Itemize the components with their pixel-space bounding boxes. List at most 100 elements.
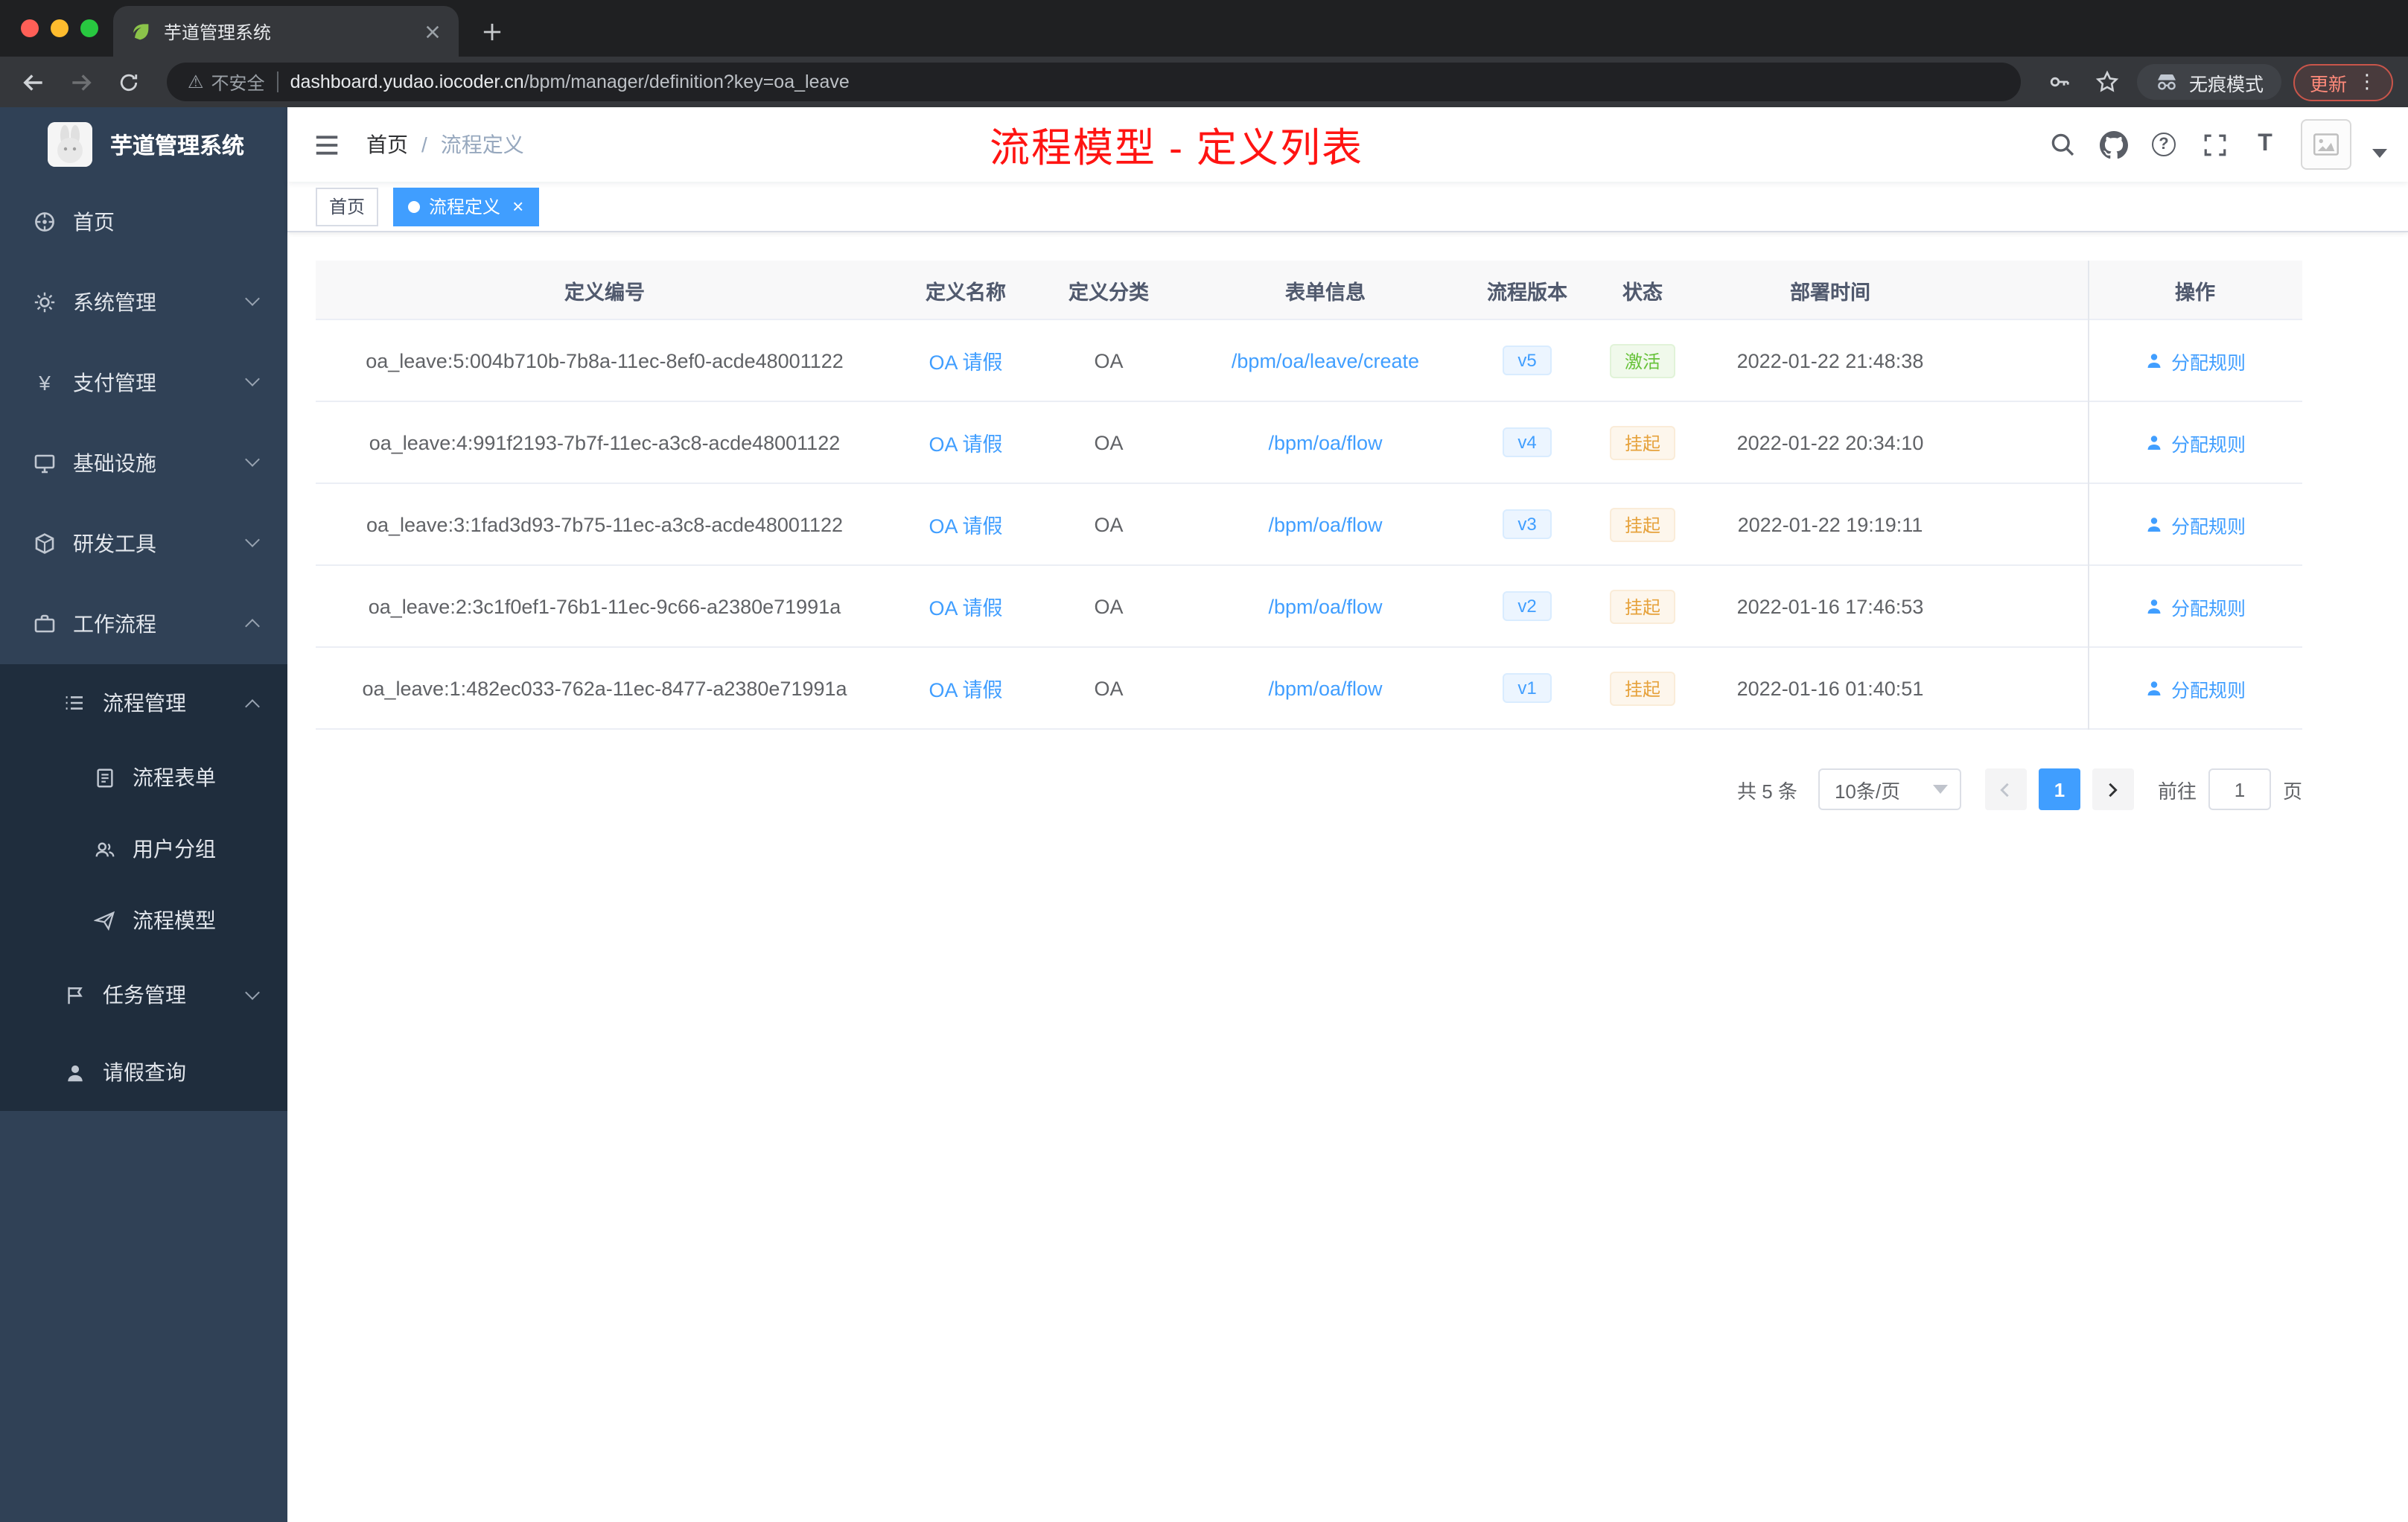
form-link[interactable]: /bpm/oa/leave/create [1232,349,1419,372]
app-title: 芋道管理系统 [110,133,245,159]
sidebar-item-label: 工作流程 [73,612,156,636]
more-icon[interactable]: ⋮ [2357,70,2377,94]
chevron-up-icon [245,619,260,634]
status-badge: 挂起 [1609,425,1675,459]
chevron-down-icon [245,452,260,467]
bookmark-star-icon[interactable] [2089,64,2125,100]
definition-category: OA [1094,431,1124,453]
sidebar-item-process-management[interactable]: 流程管理 [0,664,287,742]
security-warning[interactable]: ⚠ 不安全 [188,69,265,95]
sidebar-item-process-form[interactable]: 流程表单 [0,742,287,813]
definition-name-link[interactable]: OA 请假 [929,427,1002,457]
sidebar-item-task-management[interactable]: 任务管理 [0,956,287,1034]
tag-home[interactable]: 首页 [316,187,379,226]
form-link[interactable]: /bpm/oa/flow [1268,677,1382,699]
next-page-button[interactable] [2092,768,2134,810]
flag-icon [63,983,86,1007]
sidebar-item-label: 首页 [73,210,115,234]
back-icon[interactable] [15,64,51,100]
gear-icon [33,290,57,314]
tag-close-icon[interactable]: × [512,197,523,216]
zoom-window-button[interactable] [80,19,98,37]
sidebar-item-label: 研发工具 [73,532,156,555]
chevron-down-icon [245,532,260,547]
page-number-button[interactable]: 1 [2038,768,2080,810]
sidebar-item-process-model[interactable]: 流程模型 [0,885,287,956]
column-header: 状态 [1622,281,1663,303]
close-window-button[interactable] [21,19,39,37]
form-link[interactable]: /bpm/oa/flow [1268,431,1382,453]
page-size-select[interactable]: 10条/页 [1818,768,1961,810]
definition-name-link[interactable]: OA 请假 [929,509,1002,539]
search-icon[interactable] [2048,130,2077,159]
assign-rule-button[interactable]: 分配规则 [2144,428,2246,456]
list-icon [63,691,86,715]
definition-name-link[interactable]: OA 请假 [929,346,1002,375]
browser-update-button[interactable]: 更新 ⋮ [2293,63,2393,101]
avatar-caret-icon[interactable] [2372,149,2387,158]
assign-rule-label: 分配规则 [2170,516,2246,537]
new-tab-button[interactable] [471,10,512,52]
form-link[interactable]: /bpm/oa/flow [1268,513,1382,535]
browser-toolbar: ⚠ 不安全 dashboard.yudao.iocoder.cn/bpm/man… [0,57,2408,107]
table-row: oa_leave:5:004b710b-7b8a-11ec-8ef0-acde4… [316,320,2302,402]
chevron-down-icon [245,291,260,306]
app-logo[interactable]: 芋道管理系统 [0,107,287,182]
sidebar-item-system[interactable]: 系统管理 [0,262,287,343]
address-bar[interactable]: ⚠ 不安全 dashboard.yudao.iocoder.cn/bpm/man… [167,63,2021,101]
browser-tab[interactable]: 芋道管理系统 [113,6,459,57]
column-header: 定义名称 [926,281,1006,303]
tag-label: 首页 [329,197,366,217]
deploy-time: 2022-01-22 19:19:11 [1737,513,1923,535]
prev-page-button[interactable] [1984,768,2027,810]
github-icon[interactable] [2098,130,2128,159]
send-icon [92,908,116,932]
sidebar-item-workflow[interactable]: 工作流程 [0,584,287,664]
column-header-filler [1958,261,2088,319]
sidebar-item-user-group[interactable]: 用户分组 [0,813,287,885]
sidebar-item-label: 任务管理 [103,983,186,1007]
incognito-badge: 无痕模式 [2136,64,2281,100]
goto-label: 前往 [2157,780,2197,802]
sidebar-item-label: 请假查询 [103,1060,186,1084]
sidebar-item-home[interactable]: 首页 [0,182,287,262]
fullscreen-icon[interactable] [2200,130,2229,159]
minimize-window-button[interactable] [51,19,69,37]
sidebar-item-payment[interactable]: ¥ 支付管理 [0,343,287,423]
pagination: 共 5 条 10条/页 1 前往 页 [316,768,2302,810]
form-link[interactable]: /bpm/oa/flow [1268,595,1382,617]
hamburger-icon[interactable] [310,128,343,161]
assign-rule-button[interactable]: 分配规则 [2144,510,2246,538]
tag-process-definition[interactable]: 流程定义 × [393,187,539,226]
document-icon [92,765,116,789]
definition-name-link[interactable]: OA 请假 [929,591,1002,621]
definition-name-link[interactable]: OA 请假 [929,673,1002,703]
sidebar-item-infrastructure[interactable]: 基础设施 [0,423,287,503]
fixed-column-divider [2088,261,2089,730]
navbar-actions: ? T [2048,107,2387,182]
key-icon[interactable] [2042,64,2077,100]
forward-icon[interactable] [63,64,98,100]
deploy-time: 2022-01-16 17:46:53 [1736,595,1924,617]
incognito-label: 无痕模式 [2188,74,2264,95]
sidebar-item-devtools[interactable]: 研发工具 [0,503,287,584]
assign-rule-button[interactable]: 分配规则 [2144,674,2246,702]
reload-icon[interactable] [110,64,146,100]
tab-close-icon[interactable] [420,19,444,43]
avatar[interactable] [2301,119,2351,170]
fontsize-icon[interactable]: T [2250,130,2280,159]
version-badge: v3 [1503,509,1552,539]
breadcrumb-home[interactable]: 首页 [366,130,408,159]
update-label: 更新 [2309,74,2347,95]
yen-icon: ¥ [39,371,51,395]
assign-rule-button[interactable]: 分配规则 [2144,592,2246,620]
assign-rule-label: 分配规则 [2170,598,2246,619]
sidebar-item-leave-query[interactable]: 请假查询 [0,1034,287,1111]
active-dot [408,200,421,212]
assign-rule-button[interactable]: 分配规则 [2144,346,2246,375]
assign-rule-label: 分配规则 [2170,352,2246,373]
goto-page-input[interactable] [2208,768,2271,810]
help-icon[interactable]: ? [2149,130,2179,159]
user-icon [2144,351,2164,370]
omnibox-separator [276,71,278,92]
